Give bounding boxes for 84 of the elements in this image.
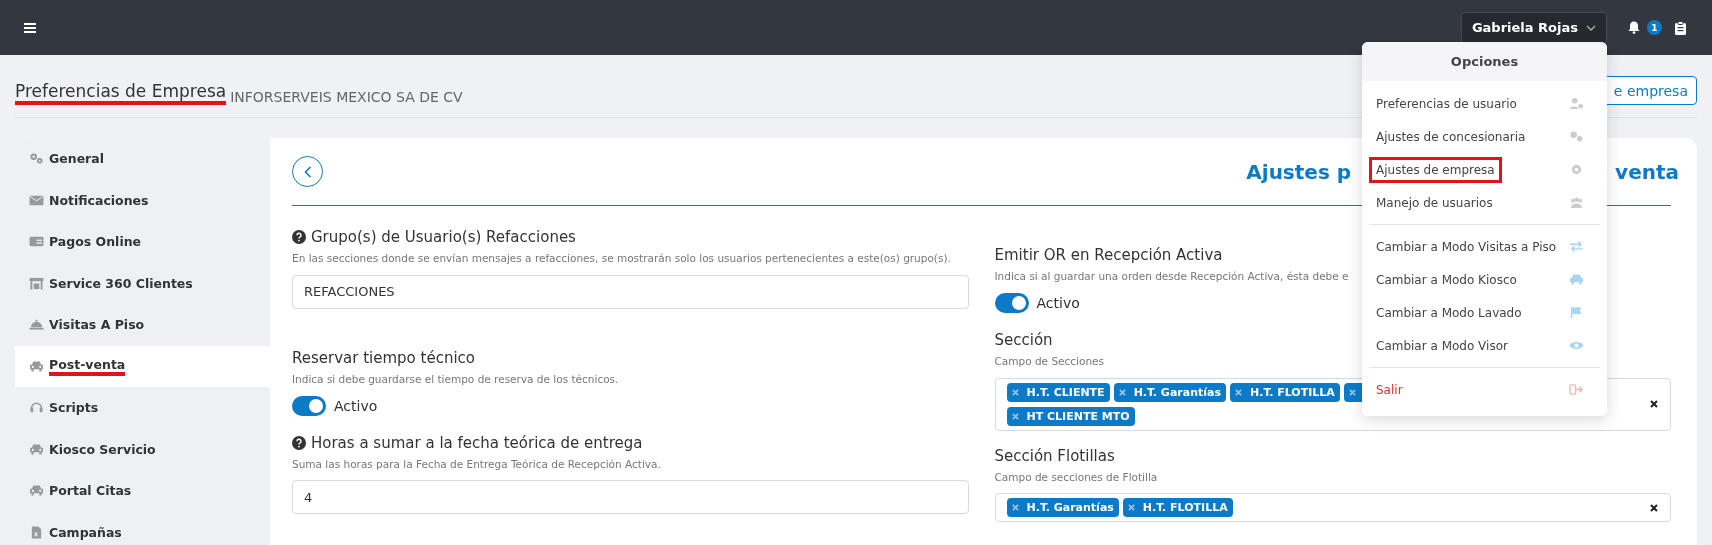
menu-item[interactable]: Cambiar a Modo Visor	[1369, 329, 1600, 362]
field-description: Indica si al guardar una orden desde Recepción Activa, ésta debe e	[994, 269, 1349, 284]
section-title: Ajustes p	[1246, 159, 1352, 184]
user-menu-button[interactable]: Gabriela Rojas	[1460, 11, 1607, 44]
multi-select-field[interactable]: H.T. Garantías H.T. FLOTILLA	[994, 493, 1671, 523]
bell-icon	[29, 318, 44, 332]
section-title: venta	[1615, 159, 1679, 184]
sidebar-item[interactable]: Visitas A Piso	[15, 304, 270, 346]
clipboard-icon[interactable]	[1675, 20, 1686, 35]
arrows-icon	[1569, 240, 1584, 253]
field-description: Campo de secciones de Flotilla	[994, 469, 1158, 485]
field-label: Horas a sumar a la fecha teórica de entrega	[311, 433, 643, 452]
car-icon	[29, 484, 44, 498]
clear-icon[interactable]	[1650, 400, 1658, 409]
field-label: Sección	[994, 330, 1053, 349]
menu-item[interactable]: Ajustes de concesionaria	[1369, 120, 1600, 153]
field-label: Reservar tiempo técnico	[292, 348, 475, 367]
text-field[interactable]: 4	[292, 480, 969, 515]
headset-icon	[29, 401, 44, 415]
sidebar-item[interactable]: General	[15, 138, 270, 180]
users-icon	[1569, 196, 1584, 209]
notification-badge: 1	[1647, 20, 1662, 35]
text-field[interactable]: REFACCIONES	[292, 274, 969, 309]
field-label: Emitir OR en Recepción Activa	[994, 246, 1223, 264]
remove-icon[interactable]	[1011, 412, 1019, 420]
sidebar-item[interactable]: Pagos Online	[15, 221, 270, 263]
field-description: En las secciones donde se envían mensajes a refacciones, se mostrarán solo los usuarios pertenecientes a este(os) grupo(s).	[292, 251, 952, 266]
tag-label: H.T. CLIENTE	[1026, 385, 1105, 399]
sidebar-item[interactable]: Portal Citas	[15, 470, 270, 512]
field-description: Indica si debe guardarse el tiempo de reserva de los técnicos.	[292, 371, 620, 387]
sidebar-item[interactable]: Service 360 Clientes	[15, 262, 270, 304]
tag-label: H.T. FLOTILLA	[1142, 501, 1228, 515]
toggle-switch[interactable]	[994, 292, 1029, 313]
remove-icon[interactable]	[1011, 388, 1019, 396]
toggle-switch[interactable]	[292, 395, 326, 416]
gear-icon	[1569, 163, 1584, 176]
company-name: INFORSERVEIS MEXICO SA DE CV	[230, 89, 463, 105]
field-description: Campo de Secciones	[994, 353, 1104, 369]
sidebar-item[interactable]: Post-venta	[15, 345, 270, 387]
remove-icon[interactable]	[1011, 504, 1019, 512]
field-label: Sección Flotillas	[994, 446, 1115, 465]
dropdown-title: Opciones	[1450, 54, 1519, 69]
menu-item[interactable]: Manejo de usuarios	[1369, 186, 1600, 219]
flag-icon	[1569, 306, 1584, 319]
gears-icon	[29, 152, 44, 166]
remove-icon[interactable]	[1348, 388, 1356, 396]
toggle-label: Activo	[334, 397, 378, 414]
toggle-label: Activo	[1036, 294, 1080, 311]
file-icon	[29, 525, 44, 539]
menu-item[interactable]: Cambiar a Modo Lavado	[1369, 296, 1600, 329]
sidebar-item[interactable]: Campañas	[15, 511, 270, 545]
gears-icon	[1569, 130, 1584, 143]
page-title: Preferencias de Empresa	[15, 81, 227, 105]
menu-item[interactable]: Ajustes de empresa	[1369, 153, 1600, 186]
menu-item[interactable]: Preferencias de usuario	[1369, 87, 1600, 120]
field-label: Grupo(s) de Usuario(s) Refacciones	[311, 228, 576, 246]
eye-icon	[1569, 339, 1584, 352]
tag-label: H.T. Garantías	[1133, 385, 1221, 399]
card-icon	[29, 235, 44, 249]
tag-label: H.T. FLOTILLA	[1250, 385, 1335, 399]
clear-icon[interactable]	[1650, 503, 1658, 512]
menu-item[interactable]: Cambiar a Modo Visitas a Piso	[1369, 230, 1600, 263]
car-icon	[29, 359, 44, 373]
back-button[interactable]	[292, 156, 323, 187]
sidebar-item[interactable]: Kiosco Servicio	[15, 428, 270, 470]
remove-icon[interactable]	[1127, 504, 1135, 512]
tag-label: H.T. Garantías	[1026, 501, 1114, 515]
store-icon	[29, 276, 44, 290]
usergear-icon	[1569, 97, 1584, 110]
menu-item[interactable]: Cambiar a Modo Kiosco	[1369, 263, 1600, 296]
car-icon	[29, 442, 44, 456]
sidebar-item[interactable]: Notificaciones	[15, 179, 270, 221]
remove-icon[interactable]	[1235, 388, 1242, 396]
exit-icon	[1569, 383, 1584, 396]
bell-icon[interactable]	[1628, 21, 1640, 34]
remove-icon[interactable]	[1118, 388, 1126, 396]
envelope-icon	[29, 193, 44, 207]
menu-icon[interactable]	[24, 22, 36, 33]
field-description: Suma las horas para la Fecha de Entrega Teórica de Recepción Activa.	[292, 456, 662, 472]
tag-label: HT CLIENTE MTO	[1026, 409, 1130, 423]
chevron-left-icon	[303, 165, 312, 178]
car-icon	[1569, 273, 1584, 286]
sidebar-item[interactable]: Scripts	[15, 387, 270, 429]
chevron-down-icon	[1586, 24, 1596, 31]
